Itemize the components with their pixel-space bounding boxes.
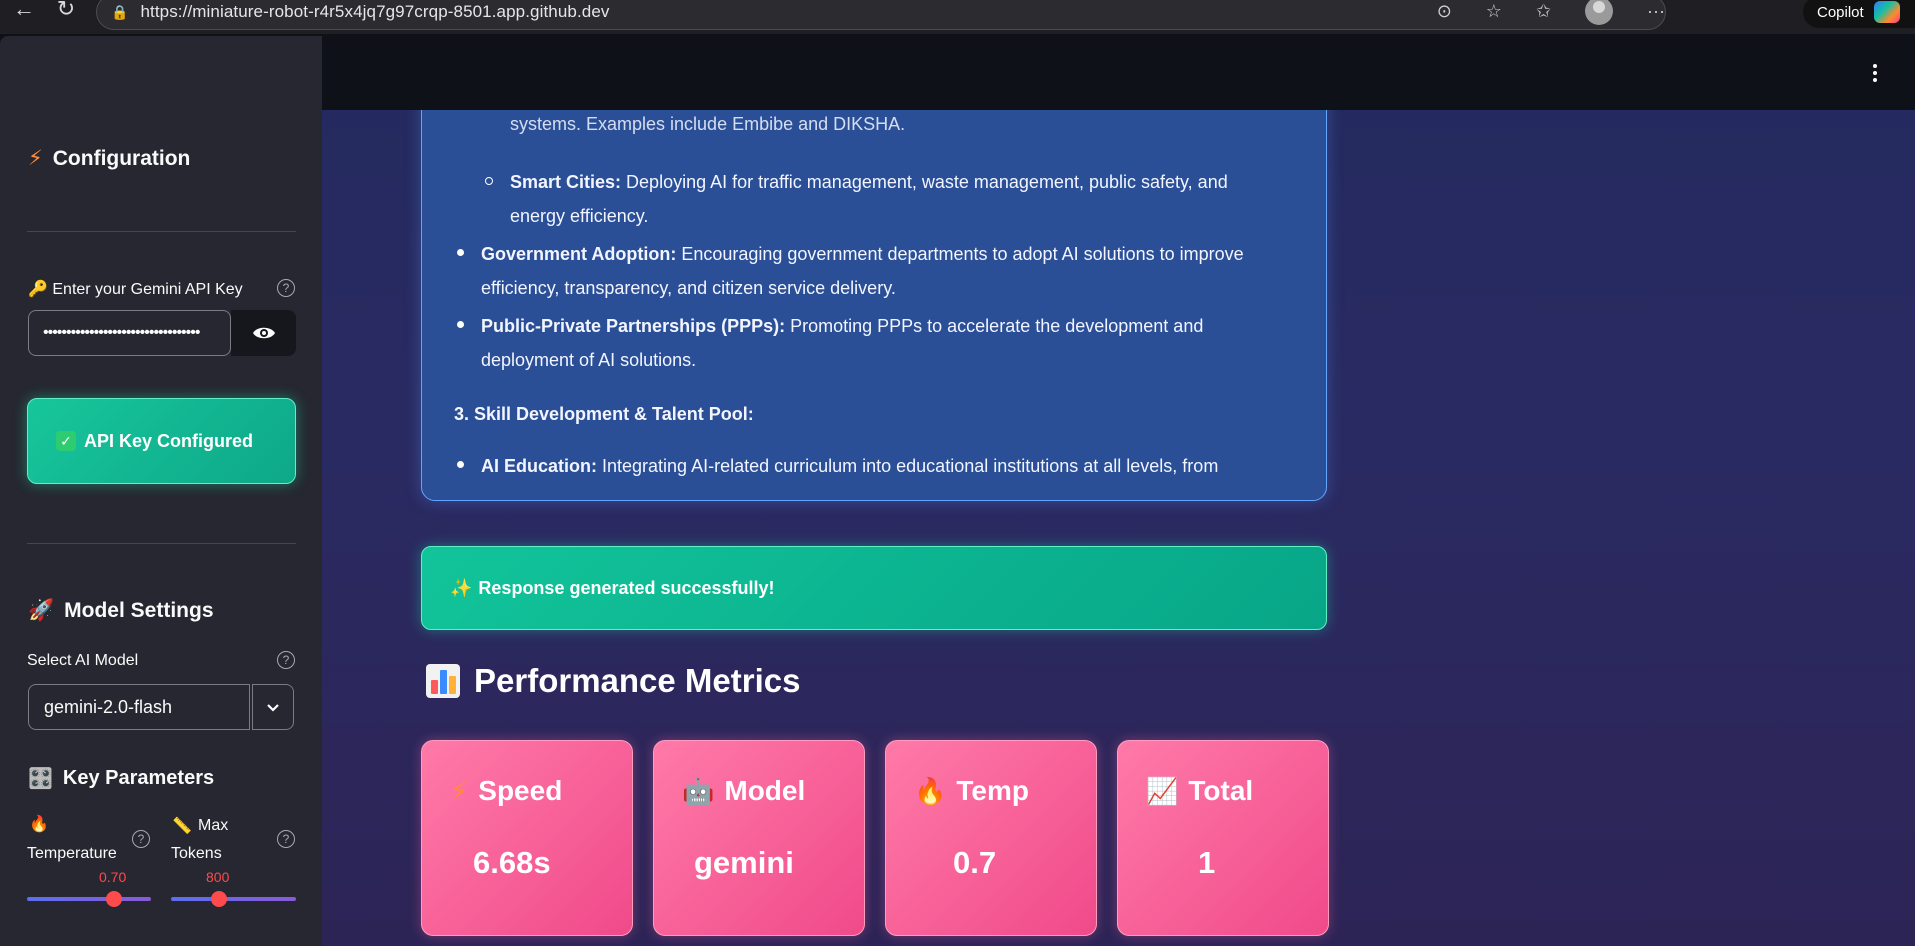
success-message: ✨ Response generated successfully!	[421, 546, 1327, 630]
profile-avatar[interactable]	[1585, 0, 1614, 25]
temperature-slider-track[interactable]	[27, 897, 151, 901]
metric-card-temp: 🔥 Temp 0.7	[885, 740, 1097, 936]
metric-card-total: 📈 Total 1	[1117, 740, 1329, 936]
app-header	[322, 36, 1915, 110]
model-settings-title: Model Settings	[64, 599, 214, 622]
max-tokens-label-line1: Max	[198, 817, 229, 834]
main-content: systems. Examples include Embibe and DIK…	[322, 36, 1915, 946]
key-parameters-title: Key Parameters	[62, 767, 215, 789]
api-status-text: API Key Configured	[84, 430, 254, 451]
fire-icon: 🔥	[29, 816, 49, 833]
success-text: Response generated successfully!	[478, 577, 775, 598]
response-item: Smart Cities: Deploying AI for traffic m…	[510, 172, 1228, 192]
show-password-button[interactable]	[231, 310, 296, 356]
robot-icon: 🤖	[682, 775, 715, 806]
control-knobs-icon: 🎛️	[28, 768, 53, 790]
copilot-label: Copilot	[1817, 3, 1864, 21]
favorites-icon[interactable]: ✩	[1536, 1, 1551, 22]
copilot-icon	[1873, 1, 1900, 23]
select-model-label: Select AI Model	[27, 652, 139, 669]
more-options-icon[interactable]: ···	[1647, 1, 1665, 22]
bar-chart-icon	[426, 664, 460, 698]
temperature-value: 0.70	[99, 869, 127, 885]
response-item-continued: energy efficiency.	[510, 206, 649, 226]
metric-value: 0.7	[953, 845, 997, 880]
response-item: AI Education: Integrating AI-related cur…	[481, 456, 1219, 476]
help-icon[interactable]: ?	[132, 830, 150, 848]
url-text: https://miniature-robot-r4r5x4jq7g97crqp…	[140, 2, 610, 21]
response-card: systems. Examples include Embibe and DIK…	[421, 56, 1327, 501]
help-icon[interactable]: ?	[277, 279, 295, 297]
ruler-icon: 📏	[172, 818, 192, 835]
max-tokens-label-line2: Tokens	[171, 845, 222, 862]
metric-value: 1	[1198, 845, 1216, 880]
response-section-heading: 3. Skill Development & Talent Pool:	[454, 404, 754, 424]
model-select[interactable]: gemini-2.0-flash	[28, 684, 250, 730]
chevron-down-icon[interactable]	[252, 684, 294, 730]
check-icon: ✓	[56, 431, 76, 451]
refresh-icon[interactable]: ↻	[46, 0, 86, 24]
temperature-label: Temperature	[27, 845, 117, 862]
api-status-badge: ✓ API Key Configured	[27, 398, 296, 484]
metric-value: gemini	[694, 845, 794, 880]
read-aloud-icon[interactable]: ⊙	[1437, 1, 1452, 22]
metrics-title-text: Performance Metrics	[474, 662, 801, 699]
metric-value: 6.68s	[473, 845, 551, 880]
response-item: Public-Private Partnerships (PPPs): Prom…	[481, 316, 1204, 336]
fire-icon: 🔥	[914, 775, 947, 806]
max-tokens-value: 800	[206, 869, 230, 885]
lightning-icon: ⚡	[450, 775, 469, 806]
main-menu-icon[interactable]	[1873, 64, 1879, 82]
divider	[27, 231, 296, 232]
response-item: Government Adoption: Encouraging governm…	[481, 244, 1244, 264]
configuration-heading: ⚡ Configuration	[28, 146, 190, 171]
help-icon[interactable]: ?	[277, 830, 295, 848]
response-item-continued: deployment of AI solutions.	[481, 350, 697, 370]
metric-label: 📈 Total	[1146, 775, 1254, 806]
browser-actions: ⊙ ☆ ✩ ···	[1437, 0, 1665, 25]
max-tokens-slider-thumb[interactable]	[211, 891, 227, 907]
help-icon[interactable]: ?	[277, 651, 295, 669]
bullet-disc	[457, 249, 464, 256]
model-settings-heading: 🚀 Model Settings	[28, 599, 214, 623]
rocket-icon: 🚀	[28, 599, 55, 622]
key-parameters-heading: 🎛️ Key Parameters	[28, 766, 214, 791]
address-bar[interactable]: 🔒 https://miniature-robot-r4r5x4jq7g97cr…	[96, 0, 1666, 30]
api-key-input[interactable]: ••••••••••••••••••••••••••••••••••	[28, 310, 231, 356]
metric-card-speed: ⚡ Speed 6.68s	[421, 740, 633, 936]
metric-card-model: 🤖 Model gemini	[653, 740, 865, 936]
lightning-icon: ⚡	[28, 147, 43, 170]
chart-up-icon: 📈	[1146, 775, 1179, 806]
metric-label: ⚡ Speed	[450, 775, 563, 806]
max-tokens-slider-track[interactable]	[171, 897, 296, 901]
divider	[27, 543, 296, 544]
sparkles-icon: ✨	[450, 577, 473, 598]
site-info-icon[interactable]: 🔒	[111, 4, 128, 21]
eye-icon	[252, 327, 275, 339]
favorite-star-icon[interactable]: ☆	[1486, 1, 1502, 22]
configuration-title: Configuration	[52, 146, 191, 170]
metric-label: 🤖 Model	[682, 775, 806, 806]
temperature-slider-thumb[interactable]	[106, 891, 122, 907]
metrics-title: Performance Metrics	[426, 662, 800, 700]
api-key-label: 🔑 Enter your Gemini API Key	[28, 281, 243, 298]
back-icon[interactable]: ←	[4, 0, 44, 24]
sidebar: ⚡ Configuration 🔑 Enter your Gemini API …	[0, 36, 322, 946]
browser-toolbar: ← ↻ 🔒 https://miniature-robot-r4r5x4jq7g…	[0, 0, 1915, 34]
copilot-button[interactable]: Copilot	[1803, 0, 1915, 28]
metric-label: 🔥 Temp	[914, 775, 1029, 806]
bullet-circle	[485, 177, 493, 185]
bullet-disc	[457, 321, 464, 328]
response-item-continued: efficiency, transparency, and citizen se…	[481, 278, 896, 298]
bullet-disc	[457, 461, 464, 468]
response-partial-line: systems. Examples include Embibe and DIK…	[510, 114, 906, 134]
